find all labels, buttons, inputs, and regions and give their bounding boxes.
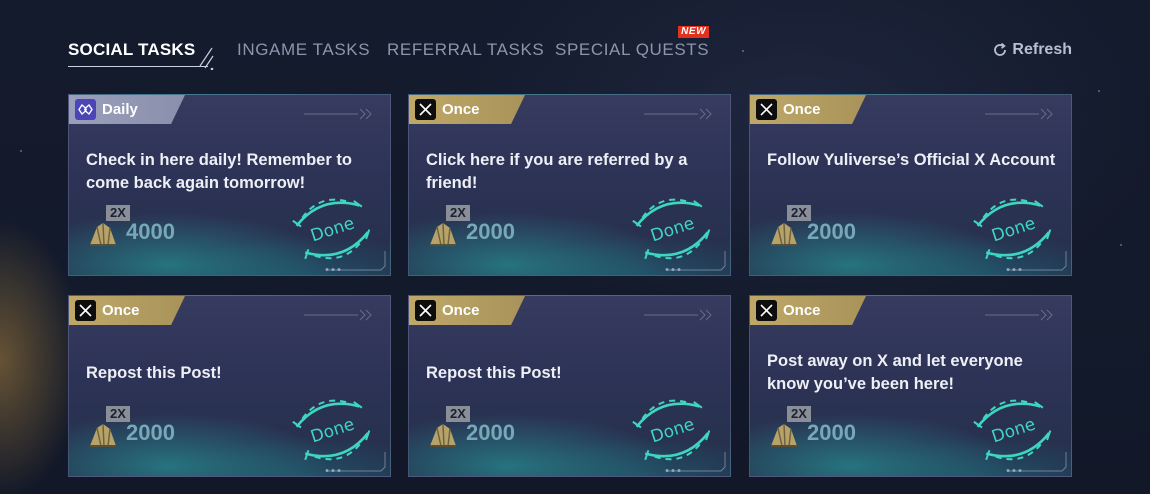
task-frequency-tag: Once	[409, 95, 525, 124]
chevron-arrow-decoration	[304, 108, 372, 120]
tab-ingame-tasks[interactable]: INGAME TASKS	[237, 38, 370, 62]
refresh-icon	[994, 42, 1007, 56]
gold-nugget-icon	[771, 423, 797, 447]
gold-nugget-icon	[90, 222, 116, 246]
reward-amount: 2000	[466, 420, 515, 445]
card-dots-decoration	[665, 469, 681, 472]
task-frequency-label: Once	[442, 101, 480, 118]
task-frequency-tag: Once	[69, 296, 185, 325]
chevron-arrow-decoration	[644, 309, 712, 321]
new-badge: NEW	[678, 26, 710, 38]
task-title: Repost this Post!	[86, 364, 222, 382]
task-frequency-label: Once	[102, 302, 140, 319]
tab-referral-tasks-label: REFERRAL TASKS	[387, 40, 545, 59]
task-card[interactable]: Once Click here if you are referred by a…	[408, 94, 731, 276]
card-dots-decoration	[325, 268, 341, 271]
task-card-grid: Daily Check in here daily! Remember to c…	[68, 94, 1072, 478]
yuliverse-logo-icon	[75, 99, 96, 120]
refresh-button[interactable]: Refresh	[992, 40, 1072, 60]
tab-special-quests[interactable]: SPECIAL QUESTS NEW	[555, 26, 710, 62]
tab-referral-tasks[interactable]: REFERRAL TASKS	[387, 38, 544, 62]
task-frequency-tag: Once	[409, 296, 525, 325]
tab-slash-decoration	[199, 47, 214, 70]
reward-amount: 2000	[466, 219, 515, 244]
reward-amount: 4000	[126, 219, 175, 244]
reward-amount: 2000	[807, 420, 856, 445]
task-frequency-tag: Once	[750, 95, 866, 124]
tab-social-tasks[interactable]: SOCIAL TASKS	[68, 38, 195, 62]
tab-ingame-tasks-label: INGAME TASKS	[237, 40, 371, 59]
chevron-arrow-decoration	[985, 108, 1053, 120]
task-frequency-label: Once	[783, 302, 821, 319]
task-title: Repost this Post!	[426, 364, 562, 382]
done-stamp-label: Done	[308, 213, 357, 246]
tab-special-quests-label: SPECIAL QUESTS	[555, 40, 710, 59]
done-stamp-label: Done	[648, 213, 697, 246]
chevron-arrow-decoration	[985, 309, 1053, 321]
task-card[interactable]: Once Follow Yuliverse’s Official X Accou…	[749, 94, 1072, 276]
task-frequency-label: Once	[442, 302, 480, 319]
x-logo-icon	[415, 99, 436, 120]
reward-amount: 2000	[126, 420, 175, 445]
x-logo-icon	[756, 99, 777, 120]
active-tab-underline	[68, 66, 208, 67]
background-star	[1098, 90, 1100, 92]
task-card[interactable]: Once Post away on X and let everyone kno…	[749, 295, 1072, 477]
card-dots-decoration	[1006, 469, 1022, 472]
done-stamp-label: Done	[648, 414, 697, 447]
task-title: Follow Yuliverse’s Official X Account	[767, 151, 1056, 169]
task-tabs: SOCIAL TASKS INGAME TASKS REFERRAL TASKS…	[68, 26, 1072, 70]
reward-amount: 2000	[807, 219, 856, 244]
chevron-arrow-decoration	[304, 309, 372, 321]
task-card[interactable]: Daily Check in here daily! Remember to c…	[68, 94, 391, 276]
task-frequency-label: Once	[783, 101, 821, 118]
refresh-label: Refresh	[1012, 41, 1072, 58]
done-stamp-label: Done	[308, 414, 357, 447]
task-frequency-tag: Daily	[69, 95, 185, 124]
x-logo-icon	[756, 300, 777, 321]
background-star	[1120, 244, 1122, 246]
background-star	[20, 150, 22, 152]
gold-nugget-icon	[90, 423, 116, 447]
task-card[interactable]: Once Repost this Post! 2X 2000 Done	[408, 295, 731, 477]
task-card[interactable]: Once Repost this Post! 2X 2000 Done	[68, 295, 391, 477]
tab-social-tasks-label: SOCIAL TASKS	[68, 40, 196, 59]
card-dots-decoration	[325, 469, 341, 472]
x-logo-icon	[75, 300, 96, 321]
chevron-arrow-decoration	[644, 108, 712, 120]
x-logo-icon	[415, 300, 436, 321]
done-stamp-label: Done	[989, 213, 1038, 246]
card-dots-decoration	[1006, 268, 1022, 271]
card-dots-decoration	[665, 268, 681, 271]
done-stamp-label: Done	[989, 414, 1038, 447]
task-frequency-label: Daily	[102, 101, 138, 118]
task-frequency-tag: Once	[750, 296, 866, 325]
gold-nugget-icon	[430, 423, 456, 447]
gold-nugget-icon	[430, 222, 456, 246]
gold-nugget-icon	[771, 222, 797, 246]
